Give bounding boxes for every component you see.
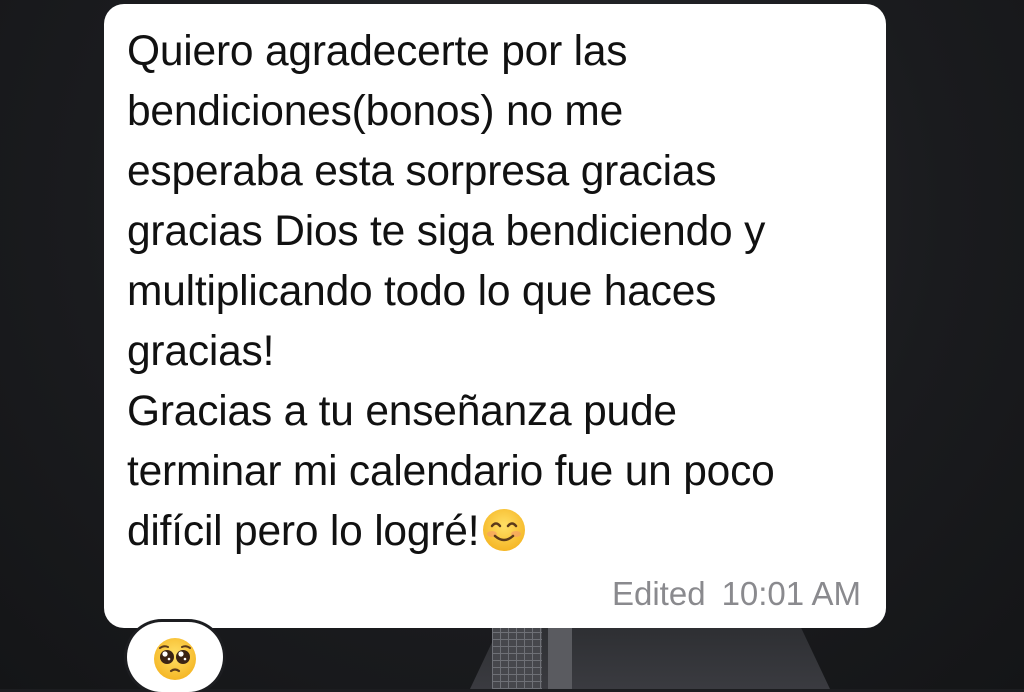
message-text: Quiero agradecerte por las bendiciones(b…	[127, 22, 872, 562]
message-body: Quiero agradecerte por las bendiciones(b…	[127, 28, 775, 555]
reaction-badge[interactable]	[127, 622, 223, 692]
wallpaper-building-windows	[492, 628, 542, 689]
pleading-face-emoji-icon	[154, 638, 196, 680]
edited-label: Edited	[611, 575, 706, 612]
wallpaper-building-column	[548, 628, 572, 689]
message-timestamp: 10:01 AM	[721, 575, 861, 612]
message-meta: Edited 10:01 AM	[612, 574, 861, 614]
smiling-face-emoji-icon	[481, 507, 527, 553]
message-bubble[interactable]: Quiero agradecerte por las bendiciones(b…	[104, 4, 886, 628]
